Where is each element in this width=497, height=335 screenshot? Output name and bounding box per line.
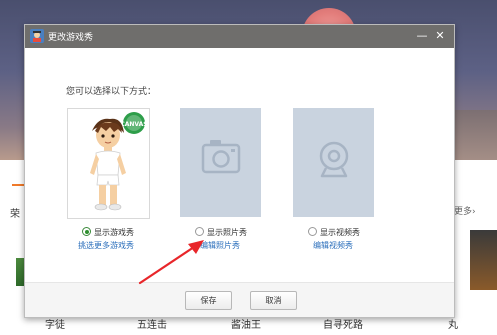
avatar-figure-icon: CANVAS [90,112,148,211]
game-show-preview[interactable]: CANVAS [67,108,150,219]
save-button[interactable]: 保存 [185,291,232,310]
option-game-show[interactable]: 显示游戏秀 [82,227,134,239]
cancel-button[interactable]: 取消 [250,291,297,310]
video-show-preview[interactable] [293,108,374,217]
change-game-show-dialog: 更改游戏秀 — ✕ 您可以选择以下方式： CANVAS 显示游戏秀 挑选更多游戏… [24,24,455,318]
dialog-footer [25,283,454,317]
achievement-label: 字徒 [45,320,65,331]
achievement-label: 五连击 [137,320,167,331]
dialog-prompt: 您可以选择以下方式： [66,87,157,97]
app-logo-icon [30,29,44,43]
achievement-label: 自寻死路 [323,320,363,331]
close-button[interactable]: ✕ [432,28,448,44]
radio-video-show[interactable] [308,227,317,236]
background-thumbnail-right [470,230,497,290]
option-photo-show[interactable]: 显示照片秀 [195,227,247,239]
achievement-label: 酱油王 [231,320,261,331]
edit-photo-show-link[interactable]: 编辑照片秀 [200,240,240,251]
more-link[interactable]: 更多› [454,204,476,217]
choose-more-game-show-link[interactable]: 挑选更多游戏秀 [78,240,134,251]
option-label: 显示照片秀 [207,228,247,237]
banner-skyline [450,110,497,160]
option-label: 显示游戏秀 [94,228,134,237]
radio-game-show[interactable] [82,227,91,236]
canvas-badge: CANVAS [120,121,147,128]
achievement-label: 丸 [448,320,458,331]
camera-icon [201,140,241,174]
webcam-icon [319,141,349,178]
dialog-titlebar[interactable]: 更改游戏秀 — ✕ [25,25,454,48]
edit-video-show-link[interactable]: 编辑视频秀 [313,240,353,251]
option-video-show[interactable]: 显示视频秀 [308,227,360,239]
photo-show-preview[interactable] [180,108,261,217]
dialog-title: 更改游戏秀 [48,33,94,43]
radio-photo-show[interactable] [195,227,204,236]
section-label: 荣 [10,209,20,220]
option-label: 显示视频秀 [320,228,360,237]
minimize-button[interactable]: — [414,28,430,44]
